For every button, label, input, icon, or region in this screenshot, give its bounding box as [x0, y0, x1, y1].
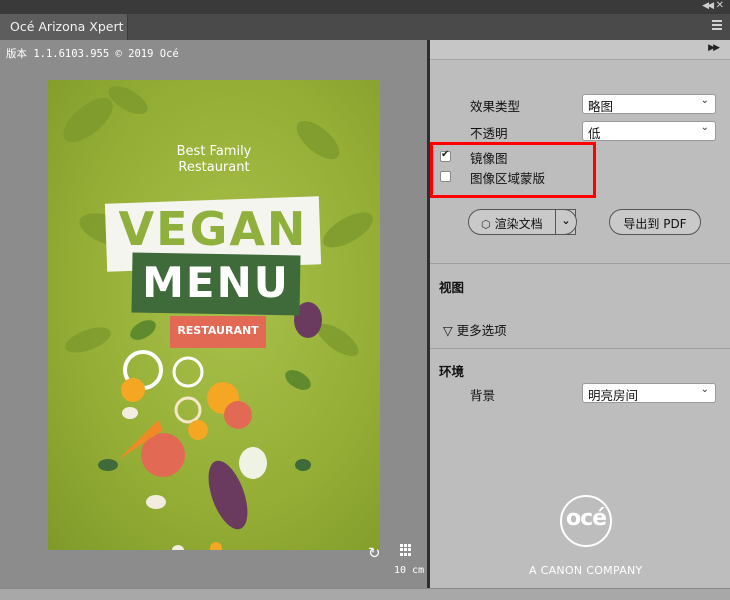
preview-pane: 版本 1.1.6103.955 © 2019 Océ Best Family R… [0, 40, 427, 588]
chevron-down-icon: ⌄ [700, 95, 709, 106]
tab-oce-arizona-xpert[interactable]: Océ Arizona Xpert [0, 14, 128, 40]
poster-title-vegan: VEGAN [118, 202, 308, 256]
render-document-label: 渲染文档 [494, 217, 543, 231]
poster-subtitle-line1: Best Family [176, 144, 252, 159]
chevron-down-icon: ⌄ [700, 384, 709, 395]
grid-icon[interactable] [400, 544, 412, 556]
highlight-box [430, 142, 596, 198]
environment-section-title: 环境 [439, 364, 465, 379]
poster-preview: Best Family Restaurant VEGAN MENU RESTAU… [48, 80, 380, 550]
settings-panel: ▶▶ 效果类型 略图 ⌄ 不透明 低 ⌄ 镜像图 图像区域蒙版 ⬡渲染文档 ⌄ … [430, 40, 730, 588]
effect-type-value: 略图 [588, 99, 614, 114]
chevron-down-icon: ⌄ [700, 122, 709, 133]
effect-type-select[interactable]: 略图 ⌄ [582, 94, 716, 114]
background-value: 明亮房间 [588, 388, 639, 403]
separator [430, 348, 730, 349]
status-bar [0, 588, 730, 600]
background-select[interactable]: 明亮房间 ⌄ [582, 383, 716, 403]
tab-bar: Océ Arizona Xpert [0, 14, 730, 40]
poster-subtitle-line2: Restaurant [178, 160, 250, 175]
opacity-value: 低 [588, 126, 601, 141]
poster-title-menu: MENU [142, 258, 290, 307]
panel-menu-icon[interactable] [712, 20, 722, 30]
background-label: 背景 [470, 388, 496, 403]
version-label: 版本 1.1.6103.955 © 2019 Océ [6, 48, 179, 60]
more-options-toggle[interactable]: ▽ 更多选项 [443, 320, 507, 339]
opacity-label: 不透明 [470, 126, 508, 141]
poster-subtitle: Best Family Restaurant [48, 144, 380, 176]
scale-label: 10 cm [394, 565, 425, 576]
effect-type-label: 效果类型 [470, 99, 521, 114]
collapse-icon[interactable]: ◀◀ [702, 1, 714, 11]
chevron-down-icon: ⌄ [561, 214, 571, 227]
oce-logo: océ [560, 495, 612, 547]
opacity-select[interactable]: 低 ⌄ [582, 121, 716, 141]
close-icon[interactable]: ✕ [716, 0, 724, 11]
rotate-icon[interactable]: ↻ [368, 544, 381, 562]
brand-tagline: A CANON COMPANY [529, 564, 643, 577]
poster-tag: RESTAURANT [177, 324, 259, 337]
separator [430, 263, 730, 264]
view-section-title: 视图 [439, 280, 465, 295]
export-pdf-button[interactable]: 导出到 PDF [609, 209, 701, 235]
expand-icon[interactable]: ▶▶ [708, 43, 720, 53]
cube-icon: ⬡ [481, 218, 491, 231]
panel-header: ▶▶ [430, 40, 730, 60]
window-top-bar: ◀◀ ✕ [0, 0, 730, 14]
